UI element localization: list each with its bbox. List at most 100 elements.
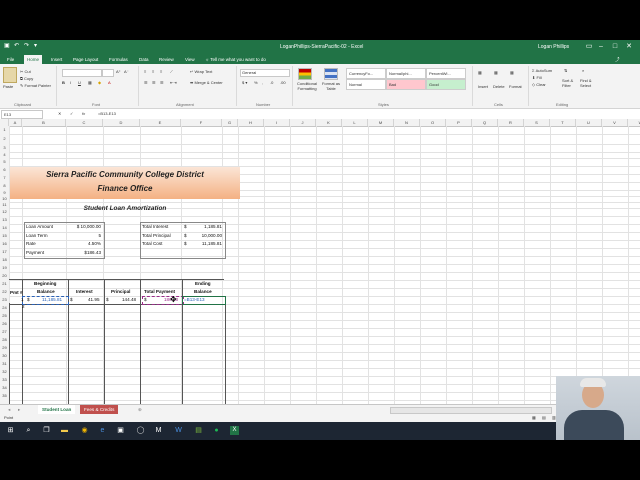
row-header[interactable]: 33	[0, 376, 9, 384]
tab-review[interactable]: Review	[156, 55, 177, 64]
magnifier-icon[interactable]: ⌕	[582, 68, 584, 73]
row-header[interactable]: 3	[0, 144, 9, 152]
row-header[interactable]: 21	[0, 280, 9, 288]
row-header[interactable]: 29	[0, 344, 9, 352]
tab-data[interactable]: Data	[136, 55, 152, 64]
store-icon[interactable]: ▣	[116, 426, 125, 435]
find-select-button[interactable]: Find & Select	[580, 78, 598, 88]
page-layout-view-icon[interactable]: ▤	[542, 415, 546, 420]
task-view-icon[interactable]: ❐	[42, 426, 51, 435]
row-header[interactable]: 19	[0, 264, 9, 272]
app-icon[interactable]: ◯	[136, 426, 145, 435]
column-header[interactable]: G	[222, 119, 238, 126]
loan-input-value[interactable]: 5	[68, 233, 101, 238]
loan-input-value[interactable]: $186.43	[68, 250, 101, 255]
word-icon[interactable]: W	[174, 426, 183, 435]
column-header[interactable]: Q	[472, 119, 498, 126]
row-header[interactable]: 28	[0, 336, 9, 344]
row-header[interactable]: 30	[0, 352, 9, 360]
format-cells-button[interactable]: Format	[509, 84, 522, 89]
user-name[interactable]: Logan Phillips	[538, 44, 569, 50]
insert-cells-button[interactable]: Insert	[478, 84, 488, 89]
column-header[interactable]: B	[22, 119, 66, 126]
format-as-table-icon[interactable]	[324, 68, 338, 80]
cell-style-option[interactable]: CurrencyFo...	[346, 68, 386, 79]
row-header[interactable]: 7	[0, 174, 9, 182]
shrink-font-icon[interactable]: A⁻	[124, 69, 129, 74]
search-icon[interactable]: ⌕	[24, 426, 33, 435]
conditional-formatting-icon[interactable]	[298, 68, 312, 80]
column-header[interactable]: L	[342, 119, 368, 126]
onenote-icon[interactable]: ▤	[194, 426, 203, 435]
summary-value[interactable]: 1,185.81	[190, 224, 222, 229]
row-header[interactable]: 2	[0, 134, 9, 144]
minimize-button[interactable]: –	[596, 42, 606, 52]
cell-style-option[interactable]: PercentWi...	[426, 68, 466, 79]
row-header[interactable]: 27	[0, 328, 9, 336]
loan-input-value[interactable]: 4.50%	[68, 241, 101, 246]
cell-style-option[interactable]: Good	[426, 79, 466, 90]
tell-me-box[interactable]: ☼ Tell me what you want to do	[202, 55, 269, 64]
fill-color-icon[interactable]: ◆	[98, 80, 101, 85]
row-header[interactable]: 6	[0, 166, 9, 174]
save-icon[interactable]: ▣	[4, 43, 10, 49]
maximize-button[interactable]: □	[610, 42, 620, 52]
ribbon-display-icon[interactable]: ▭	[584, 42, 594, 52]
cut-button[interactable]: ✂ Cut	[20, 69, 31, 74]
sheet-tab-fees-credits[interactable]: Fees & Credits	[80, 405, 119, 414]
font-color-icon[interactable]: A	[108, 80, 111, 85]
enter-icon[interactable]: ✓	[70, 111, 73, 116]
windows-start-icon[interactable]: ⊞	[6, 426, 15, 435]
tab-view[interactable]: View	[182, 55, 198, 64]
insert-cells-icon[interactable]: ▦	[478, 70, 482, 75]
formula-input[interactable]: =B13-E13	[98, 111, 116, 116]
tab-home[interactable]: Home	[24, 55, 43, 64]
fill-button[interactable]: ⬇ Fill	[532, 75, 542, 80]
column-header[interactable]: P	[446, 119, 472, 126]
row-header[interactable]: 31	[0, 360, 9, 368]
next-sheet-icon[interactable]: ▸	[14, 405, 24, 414]
loan-input-value[interactable]: $ 10,000.00	[68, 224, 101, 229]
excel-taskbar-icon[interactable]: X	[230, 426, 239, 435]
worksheet-grid[interactable]: ABCDEFGHIJKLMNOPQRSTUVW 1234567891011121…	[0, 119, 640, 412]
column-header[interactable]: C	[66, 119, 103, 126]
column-header[interactable]: I	[264, 119, 290, 126]
column-header[interactable]: A	[9, 119, 22, 126]
row-header[interactable]: 15	[0, 232, 9, 240]
new-sheet-icon[interactable]: ⊕	[134, 405, 146, 414]
column-header[interactable]: J	[290, 119, 316, 126]
delete-cells-button[interactable]: Delete	[493, 84, 505, 89]
delete-cells-icon[interactable]: ▦	[494, 70, 498, 75]
column-header[interactable]: H	[238, 119, 264, 126]
font-name-box[interactable]	[62, 69, 102, 77]
horizontal-scrollbar[interactable]	[390, 407, 552, 414]
clear-button[interactable]: ◇ Clear	[532, 82, 546, 87]
cell-style-option[interactable]: Normal	[346, 79, 386, 90]
row13-ending-formula[interactable]: =B13-E13	[184, 297, 205, 302]
row-header[interactable]: 16	[0, 240, 9, 248]
column-header[interactable]: S	[524, 119, 550, 126]
row-header[interactable]: 1	[0, 126, 9, 134]
column-header[interactable]: N	[394, 119, 420, 126]
insert-function-icon[interactable]: fx	[82, 111, 85, 116]
align-right-icon[interactable]: ☰	[160, 80, 164, 85]
mail-icon[interactable]: M	[154, 426, 163, 435]
borders-icon[interactable]: ▦	[88, 80, 92, 85]
normal-view-icon[interactable]: ▦	[532, 415, 536, 420]
row-header[interactable]: 20	[0, 272, 9, 280]
edge-icon[interactable]: e	[98, 426, 107, 435]
row-header[interactable]: 8	[0, 182, 9, 190]
summary-value[interactable]: 11,185.81	[190, 241, 222, 246]
redo-icon[interactable]: ↷	[24, 43, 30, 49]
align-center-icon[interactable]: ☰	[152, 80, 156, 85]
column-header[interactable]: D	[103, 119, 140, 126]
close-button[interactable]: ✕	[624, 42, 634, 52]
undo-icon[interactable]: ↶	[14, 43, 20, 49]
percent-icon[interactable]: %	[254, 80, 258, 85]
row-header[interactable]: 35	[0, 392, 9, 400]
increase-decimal-icon[interactable]: .0	[270, 80, 273, 85]
file-explorer-icon[interactable]: ▬	[60, 426, 69, 435]
autosum-button[interactable]: Σ AutoSum	[532, 68, 552, 73]
row-header[interactable]: 5	[0, 158, 9, 166]
tab-file[interactable]: File	[4, 55, 17, 64]
